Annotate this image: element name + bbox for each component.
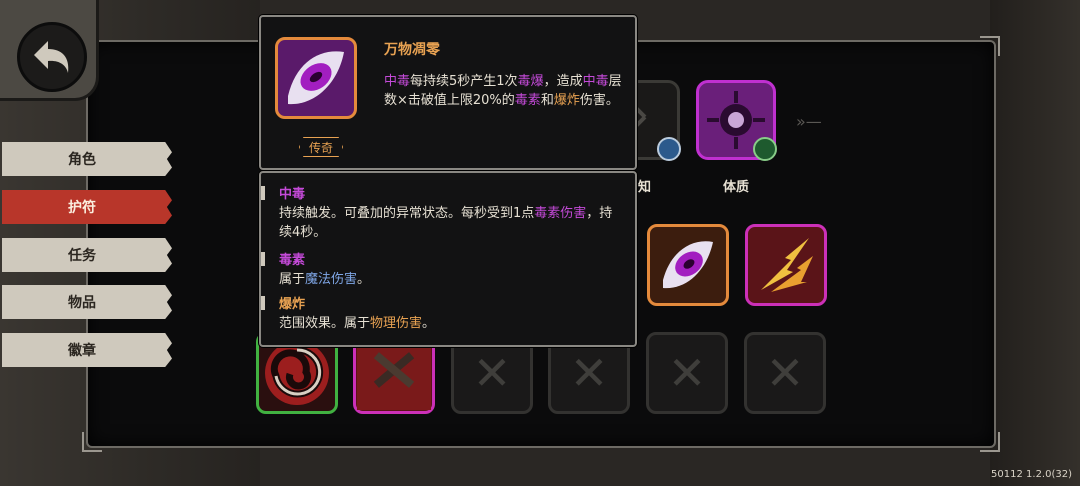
item-title: 万物凋零 <box>384 42 440 58</box>
poison-eye-icon <box>288 51 344 105</box>
x-icon: ✕ <box>569 346 609 400</box>
x-icon: ✕ <box>667 346 707 400</box>
right-background <box>990 0 1080 486</box>
empty-charm-slot[interactable]: ✕ <box>646 332 728 414</box>
charm-slot-lightning[interactable] <box>745 224 827 306</box>
item-tooltip: 传奇 万物凋零 中毒每持续5秒产生1次毒爆，造成中毒层数×击破值上限20%的毒素… <box>259 15 637 170</box>
version-label: 50112 1.2.0(32) <box>991 469 1072 480</box>
lightning-icon <box>761 238 813 292</box>
x-icon: ✕ <box>472 346 512 400</box>
crossed-guns-icon <box>357 336 431 410</box>
keyword-marker <box>261 186 265 200</box>
item-description: 中毒每持续5秒产生1次毒爆，造成中毒层数×击破值上限20%的毒素和爆炸伤害。 <box>384 74 622 108</box>
arrow-right-icon: »— <box>796 112 822 131</box>
empty-charm-slot[interactable]: ✕ <box>744 332 826 414</box>
back-arrow-icon <box>17 22 87 92</box>
stat-label-constitution: 体质 <box>722 180 749 195</box>
keyword-marker <box>261 296 265 310</box>
star-badge-icon <box>657 137 681 161</box>
keyword-explosion: 爆炸 范围效果。属于物理伤害。 <box>279 297 436 331</box>
stat-icon-constitution[interactable] <box>696 80 777 161</box>
charm-slot-eye[interactable] <box>647 224 729 306</box>
x-icon: ✕ <box>765 346 805 400</box>
tab-item[interactable]: 物品 <box>2 285 172 319</box>
keyword-poison: 中毒 持续触发。可叠加的异常状态。每秒受到1点毒素伤害，持续4秒。 <box>279 187 613 240</box>
poison-eye-icon <box>663 241 713 289</box>
tab-charm[interactable]: 护符 <box>2 190 172 224</box>
corner-ornament <box>82 432 102 452</box>
item-icon <box>275 37 357 119</box>
back-button[interactable] <box>0 0 99 101</box>
keyword-toxin: 毒素 属于魔法伤害。 <box>279 253 371 287</box>
rarity-badge: 传奇 <box>299 137 343 157</box>
corner-ornament <box>980 432 1000 452</box>
tab-character[interactable]: 角色 <box>2 142 172 176</box>
spiral-icon <box>265 341 329 405</box>
shield-badge-icon <box>753 137 777 161</box>
keyword-tooltip: 中毒 持续触发。可叠加的异常状态。每秒受到1点毒素伤害，持续4秒。 毒素 属于魔… <box>259 171 637 347</box>
tab-badge[interactable]: 徽章 <box>2 333 172 367</box>
tab-quest[interactable]: 任务 <box>2 238 172 272</box>
keyword-marker <box>261 252 265 266</box>
corner-ornament <box>980 36 1000 56</box>
